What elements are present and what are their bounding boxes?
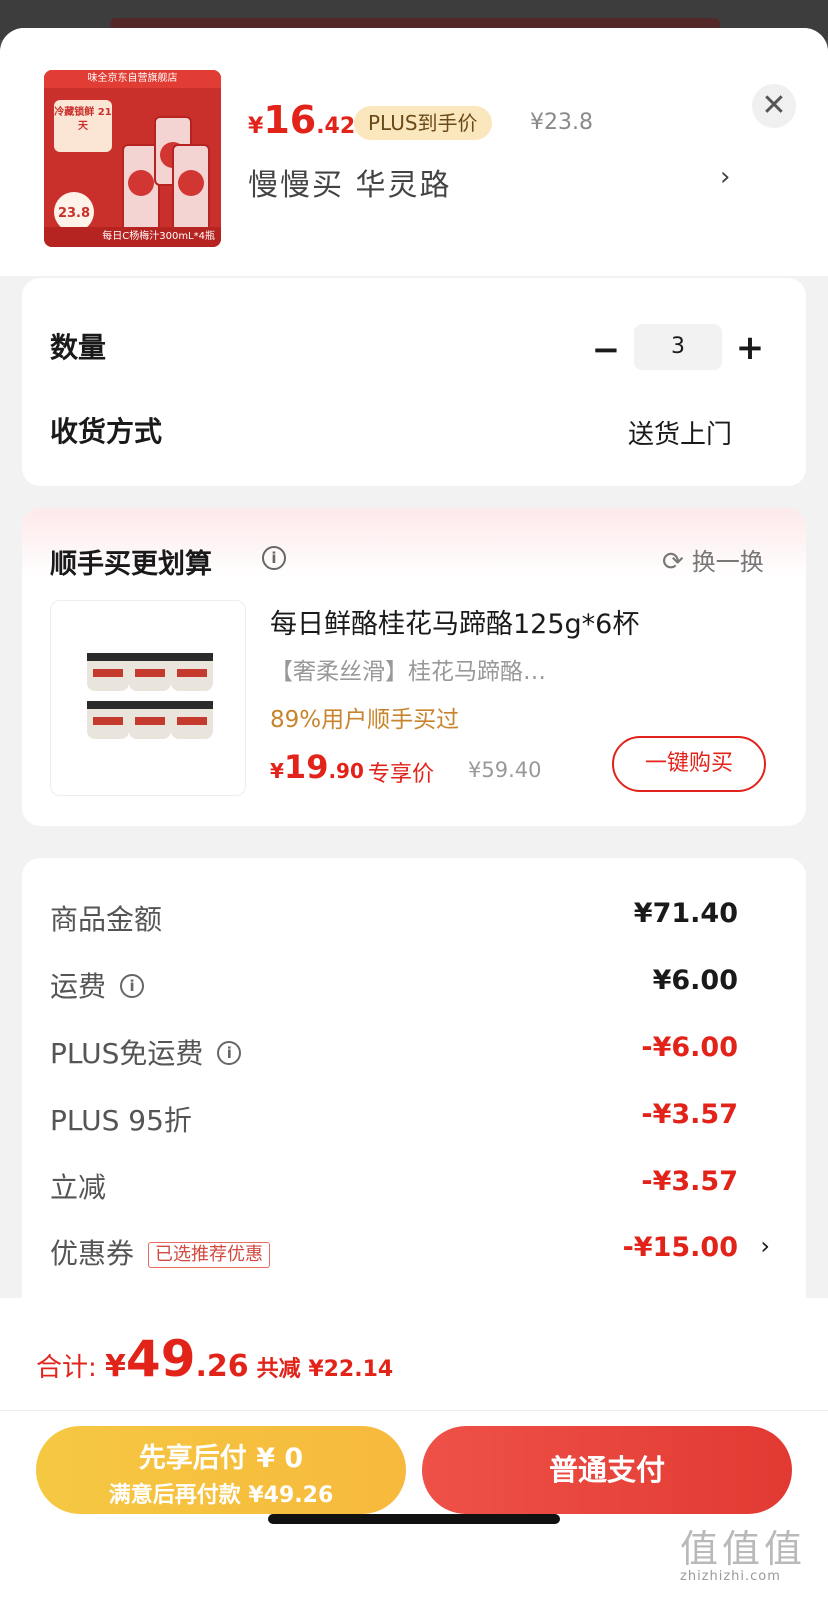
quantity-decrease-button[interactable]: − bbox=[590, 330, 622, 370]
price-decimal: .42 bbox=[316, 114, 356, 139]
summary-row-instant-discount: 立减 -¥3.57 bbox=[50, 1166, 770, 1206]
price-decimal: .90 bbox=[328, 759, 364, 783]
watermark-glyphs: 值值值 bbox=[680, 1527, 807, 1571]
summary-value: -¥3.57 bbox=[641, 1099, 738, 1130]
price-currency: ¥ bbox=[270, 759, 284, 783]
thumb-price: 23.8 bbox=[54, 192, 94, 232]
info-icon[interactable]: i bbox=[262, 546, 286, 570]
bottle-image bbox=[172, 144, 210, 236]
total-price: 合计: ¥49.26 共减 ¥22.14 bbox=[36, 1330, 393, 1388]
product-image: 味全京东自营旗舰店 冷藏锁鲜 21天 23.8 每日C杨梅汁300mL*4瓶 bbox=[44, 70, 221, 247]
summary-value: ¥6.00 bbox=[652, 965, 738, 996]
summary-value: -¥3.57 bbox=[641, 1166, 738, 1197]
price-summary-card: 商品金额 ¥71.40 运费 i ¥6.00 PLUS免运费 i -¥6.00 PL… bbox=[22, 858, 806, 1318]
upsell-title: 顺手买更划算 bbox=[50, 549, 212, 580]
summary-value: -¥15.00 bbox=[622, 1232, 738, 1263]
plus-price-tag: PLUS到手价 bbox=[354, 106, 492, 140]
watermark-logo: 值值值 zhizhizhi.com bbox=[680, 1518, 820, 1584]
yogurt-cup-image bbox=[129, 653, 171, 691]
coupon-tag: 已选推荐优惠 bbox=[148, 1242, 271, 1268]
summary-label-text: PLUS免运费 bbox=[50, 1037, 204, 1070]
refresh-icon: ⟳ bbox=[662, 547, 684, 577]
yogurt-cup-image bbox=[129, 701, 171, 739]
summary-label-text: 运费 bbox=[50, 970, 107, 1003]
chevron-right-icon[interactable]: › bbox=[760, 1232, 770, 1260]
store-name: 味全京东自营旗舰店 bbox=[44, 70, 221, 88]
delivery-method[interactable]: 送货上门 bbox=[628, 414, 732, 451]
summary-label-text: 优惠券 bbox=[50, 1237, 135, 1270]
checkout-sheet: 味全京东自营旗舰店 冷藏锁鲜 21天 23.8 每日C杨梅汁300mL*4瓶 ¥… bbox=[0, 28, 828, 1605]
quantity-label: 数量 bbox=[50, 331, 107, 364]
yogurt-cup-image bbox=[171, 701, 213, 739]
exclusive-price-label: 专享价 bbox=[368, 762, 435, 787]
swap-button[interactable]: ⟳ 换一换 bbox=[662, 542, 764, 577]
normal-pay-button[interactable]: 普通支付 bbox=[422, 1426, 792, 1514]
upsell-product-subtitle: 【奢柔丝滑】桂花马蹄酪… bbox=[270, 659, 546, 685]
summary-row-shipping: 运费 i ¥6.00 bbox=[50, 965, 770, 1005]
upsell-original-price: ¥59.40 bbox=[468, 758, 542, 782]
pay-later-button[interactable]: 先享后付 ¥ 0 满意后再付款 ¥49.26 bbox=[36, 1426, 406, 1514]
summary-label: PLUS 95折 bbox=[50, 1104, 192, 1137]
quantity-delivery-card: 数量 − 3 + 收货方式 送货上门 bbox=[22, 278, 806, 486]
thumb-caption: 每日C杨梅汁300mL*4瓶 bbox=[44, 227, 221, 247]
summary-label: PLUS免运费 i bbox=[50, 1032, 242, 1072]
price-integer: 49 bbox=[125, 1330, 196, 1388]
summary-row-plus-free-shipping: PLUS免运费 i -¥6.00 bbox=[50, 1032, 770, 1072]
pay-later-sublabel: 满意后再付款 ¥49.26 bbox=[108, 1483, 334, 1508]
yogurt-cup-image bbox=[87, 701, 129, 739]
price-currency: ¥ bbox=[248, 114, 264, 139]
price-decimal: .26 bbox=[195, 1349, 249, 1384]
swap-label: 换一换 bbox=[691, 548, 764, 576]
quantity-increase-button[interactable]: + bbox=[734, 328, 766, 368]
info-icon[interactable]: i bbox=[120, 974, 145, 998]
watermark-site: zhizhizhi.com bbox=[680, 1569, 781, 1584]
close-button[interactable]: ✕ bbox=[752, 84, 796, 128]
one-click-buy-button[interactable]: 一键购买 bbox=[612, 736, 766, 792]
product-header: 味全京东自营旗舰店 冷藏锁鲜 21天 23.8 每日C杨梅汁300mL*4瓶 ¥… bbox=[0, 28, 828, 276]
summary-label: 运费 i bbox=[50, 965, 145, 1005]
upsell-price: ¥19.90 bbox=[270, 748, 364, 786]
spec-selector[interactable]: 慢慢买 华灵路 bbox=[248, 160, 452, 204]
summary-label: 立减 bbox=[50, 1171, 107, 1204]
divider bbox=[0, 1410, 828, 1411]
price-integer: 16 bbox=[263, 98, 317, 142]
summary-label: 优惠券 已选推荐优惠 bbox=[50, 1232, 271, 1272]
upsell-purchase-rate: 89%用户顺手买过 bbox=[270, 707, 460, 733]
yogurt-cup-image bbox=[171, 653, 213, 691]
upsell-product-name[interactable]: 每日鲜酪桂花马蹄酪125g*6杯 bbox=[270, 602, 639, 641]
summary-value: ¥71.40 bbox=[633, 898, 738, 929]
summary-row-plus-discount: PLUS 95折 -¥3.57 bbox=[50, 1099, 770, 1139]
price-integer: 19 bbox=[283, 748, 329, 786]
original-price: ¥23.8 bbox=[530, 110, 593, 135]
total-reduction: 共减 ¥22.14 bbox=[256, 1357, 394, 1382]
quantity-input[interactable]: 3 bbox=[634, 324, 722, 370]
total-label: 合计: bbox=[36, 1353, 106, 1383]
summary-row-coupon[interactable]: 优惠券 已选推荐优惠 -¥15.00 › bbox=[50, 1232, 770, 1272]
summary-row-goods: 商品金额 ¥71.40 bbox=[50, 898, 770, 938]
plus-price: ¥16.42 bbox=[248, 98, 355, 142]
info-icon[interactable]: i bbox=[217, 1041, 242, 1065]
upsell-product-image[interactable] bbox=[50, 600, 246, 796]
fresh-badge: 冷藏锁鲜 21天 bbox=[54, 100, 112, 152]
summary-value: -¥6.00 bbox=[641, 1032, 738, 1063]
summary-label: 商品金额 bbox=[50, 903, 163, 936]
pay-later-label: 先享后付 ¥ 0 bbox=[138, 1443, 304, 1474]
chevron-right-icon[interactable]: › bbox=[720, 162, 730, 192]
yogurt-cup-image bbox=[87, 653, 129, 691]
upsell-card: 顺手买更划算 i ⟳ 换一换 每日鲜酪桂花马蹄酪125g*6杯 【奢柔丝滑】桂花马… bbox=[22, 508, 806, 826]
price-currency: ¥ bbox=[105, 1349, 126, 1384]
delivery-label: 收货方式 bbox=[50, 415, 163, 448]
home-indicator[interactable] bbox=[268, 1514, 560, 1524]
